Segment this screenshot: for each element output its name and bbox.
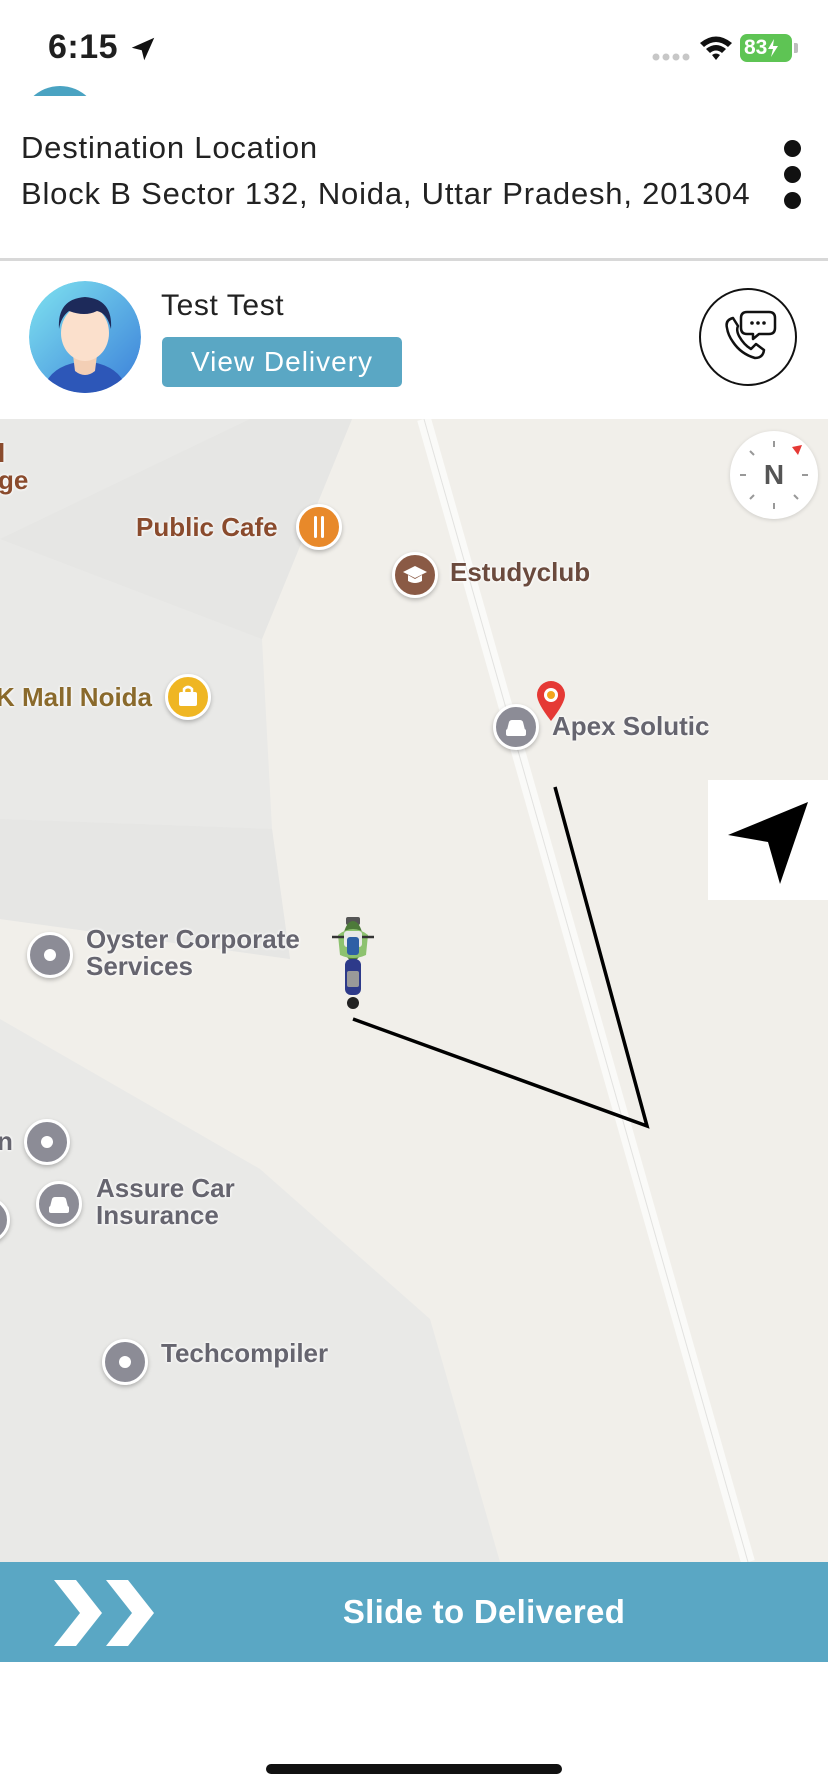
status-bar: 6:15 83: [0, 0, 828, 96]
dot-icon[interactable]: [102, 1339, 148, 1385]
battery-icon: 83: [740, 34, 792, 62]
status-time: 6:15: [48, 28, 119, 66]
call-chat-button[interactable]: [699, 288, 797, 386]
poi-label[interactable]: Oyster Corporate Services: [86, 926, 300, 980]
charging-bolt-icon: [768, 39, 779, 57]
battery-level: 83: [744, 36, 768, 59]
slide-to-delivered[interactable]: Slide to Delivered: [0, 1562, 828, 1662]
dot-icon[interactable]: [24, 1119, 70, 1165]
car-icon[interactable]: [493, 704, 539, 750]
destination-address: Block B Sector 132, Noida, Uttar Pradesh…: [21, 176, 751, 211]
poi-label[interactable]: Assure Car Insurance: [96, 1175, 235, 1229]
compass-label: N: [763, 459, 785, 490]
poi-label[interactable]: K Mall Noida: [0, 684, 152, 711]
peek-avatar: [20, 86, 100, 96]
battery-cap: [794, 43, 798, 53]
phone-chat-icon: [725, 310, 777, 360]
shopping-bag-icon[interactable]: [165, 674, 211, 720]
destination-label: Destination Location: [21, 130, 318, 165]
poi-label[interactable]: Apex Solutic: [552, 713, 709, 740]
poi-label[interactable]: Techcompiler: [161, 1340, 328, 1367]
map-view[interactable]: l ge Public Cafe Estudyclub K Mall Noida …: [0, 419, 828, 1562]
poi-label[interactable]: n: [0, 1128, 13, 1155]
avatar: [29, 281, 141, 393]
location-arrow-icon: [131, 37, 155, 61]
cellular-signal-icon: [652, 53, 690, 61]
view-delivery-button[interactable]: View Delivery: [162, 337, 402, 387]
navigation-arrow-icon: [728, 802, 808, 884]
customer-card: Test Test View Delivery: [0, 261, 828, 419]
poi-label[interactable]: Public Cafe: [136, 514, 278, 541]
more-options-icon[interactable]: [776, 140, 812, 210]
car-icon[interactable]: [36, 1181, 82, 1227]
recenter-button[interactable]: [708, 780, 828, 900]
poi-label[interactable]: Estudyclub: [450, 559, 590, 586]
destination-header: Destination Location Block B Sector 132,…: [0, 96, 828, 258]
home-indicator[interactable]: [266, 1764, 562, 1774]
slide-label: Slide to Delivered: [342, 1593, 626, 1630]
fork-knife-icon[interactable]: [296, 504, 342, 550]
delivery-rider-icon: [332, 917, 374, 1009]
customer-name: Test Test: [161, 289, 285, 322]
destination-pin-icon[interactable]: [535, 679, 567, 723]
poi-label[interactable]: l ge: [0, 440, 28, 494]
graduation-cap-icon[interactable]: [392, 552, 438, 598]
dot-icon[interactable]: [27, 932, 73, 978]
wifi-icon: [700, 36, 732, 60]
compass-icon[interactable]: N: [730, 431, 818, 519]
